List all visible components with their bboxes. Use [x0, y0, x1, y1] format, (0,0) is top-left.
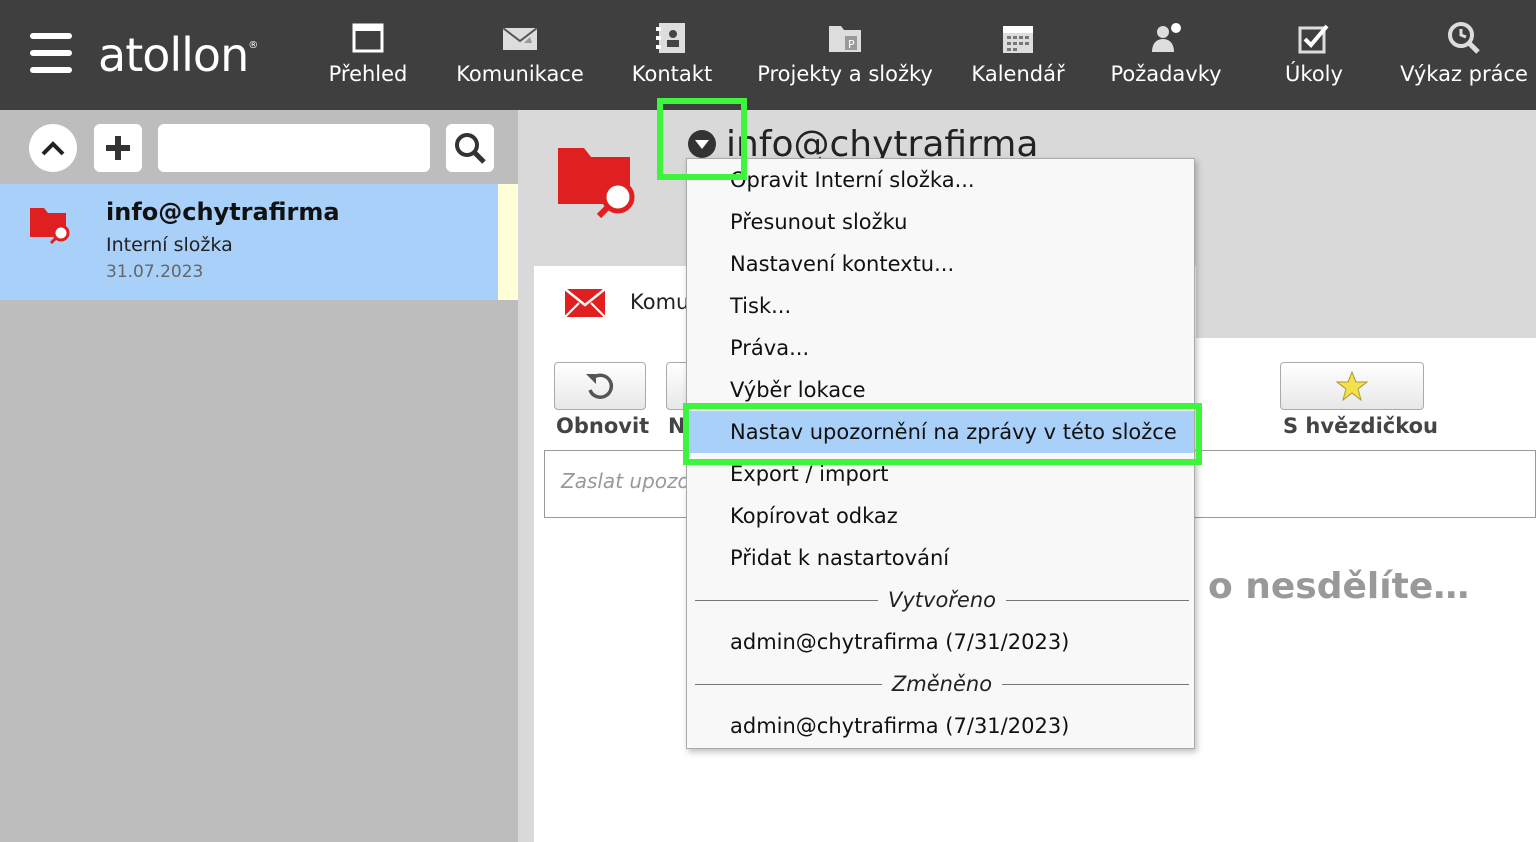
list-item-subtitle: Interní složka	[106, 234, 233, 256]
menu-item-set-notifications[interactable]: Nastav upozornění na zprávy v této složc…	[687, 411, 1194, 453]
request-icon	[1146, 18, 1186, 58]
menu-separator-changed: Změněno	[695, 663, 1189, 705]
title-dropdown-button[interactable]	[688, 130, 716, 158]
add-button[interactable]	[94, 124, 142, 172]
menu-item-print[interactable]: Tisk...	[687, 285, 1194, 327]
star-icon	[1336, 371, 1368, 401]
refresh-button[interactable]	[554, 362, 646, 410]
search-icon	[455, 133, 486, 164]
project-folder-icon: P	[825, 18, 865, 58]
search-button[interactable]	[446, 124, 494, 172]
nav-projekty[interactable]: P Projekty a složky	[757, 18, 933, 98]
nav-vykaz-prace[interactable]: Výkaz práce	[1400, 18, 1528, 98]
content-panel-header	[1196, 266, 1536, 338]
empty-state-text: o nesdělíte…	[1208, 566, 1470, 607]
folder-context-menu: Opravit Interní složka... Přesunout slož…	[686, 158, 1195, 749]
folder-search-large-icon	[558, 148, 635, 219]
time-report-icon	[1444, 18, 1484, 58]
tab-komunikace[interactable]: Komu	[630, 290, 689, 314]
menu-item-edit-folder[interactable]: Opravit Interní složka...	[687, 159, 1194, 201]
refresh-icon	[586, 373, 614, 399]
list-item-date: 31.07.2023	[106, 262, 204, 282]
folder-search-icon	[30, 208, 70, 245]
menu-item-add-to-startup[interactable]: Přidat k nastartování	[687, 537, 1194, 579]
menu-item-rights[interactable]: Práva...	[687, 327, 1194, 369]
plus-icon	[106, 136, 130, 160]
starred-label: S hvězdičkou	[1283, 414, 1438, 438]
menu-item-export-import[interactable]: Export / import	[687, 453, 1194, 495]
top-bar: atollon® Přehled Komunikace Kontakt P Pr…	[0, 0, 1536, 110]
chevron-up-icon	[41, 141, 65, 156]
menu-item-copy-link[interactable]: Kopírovat odkaz	[687, 495, 1194, 537]
menu-item-location[interactable]: Výběr lokace	[687, 369, 1194, 411]
left-panel: info@chytrafirma Interní složka 31.07.20…	[0, 110, 518, 842]
contact-book-icon	[652, 18, 692, 58]
nav-kalendar[interactable]: Kalendář	[971, 18, 1065, 98]
nav-kontakt[interactable]: Kontakt	[630, 18, 714, 98]
list-item-marker	[498, 184, 518, 300]
menu-changed-by: admin@chytrafirma (7/31/2023)	[730, 714, 1070, 738]
nav-ukoly[interactable]: Úkoly	[1282, 18, 1346, 98]
list-item-title: info@chytrafirma	[106, 198, 340, 226]
mail-red-icon	[564, 288, 606, 318]
task-check-icon	[1294, 18, 1334, 58]
mail-icon	[500, 18, 540, 58]
app-logo[interactable]: atollon®	[98, 28, 258, 82]
overview-icon	[348, 18, 388, 58]
nav-komunikace[interactable]: Komunikace	[456, 18, 584, 98]
menu-created-by: admin@chytrafirma (7/31/2023)	[730, 630, 1070, 654]
starred-button[interactable]	[1280, 362, 1424, 410]
hamburger-menu-icon[interactable]	[30, 33, 72, 73]
nav-prehled[interactable]: Přehled	[328, 18, 408, 98]
svg-text:P: P	[848, 38, 855, 51]
collapse-button[interactable]	[29, 124, 77, 172]
calendar-icon	[998, 18, 1038, 58]
message-placeholder: Zaslat upozo	[561, 469, 690, 493]
refresh-label: Obnovit	[556, 414, 650, 438]
toolbar-label-2: N	[668, 414, 686, 438]
menu-item-move-folder[interactable]: Přesunout složku	[687, 201, 1194, 243]
menu-separator-created: Vytvořeno	[695, 579, 1190, 621]
list-item[interactable]: info@chytrafirma Interní složka 31.07.20…	[0, 184, 518, 300]
menu-item-context-settings[interactable]: Nastavení kontextu...	[687, 243, 1194, 285]
search-input[interactable]	[158, 124, 430, 172]
nav-pozadavky[interactable]: Požadavky	[1110, 18, 1222, 98]
